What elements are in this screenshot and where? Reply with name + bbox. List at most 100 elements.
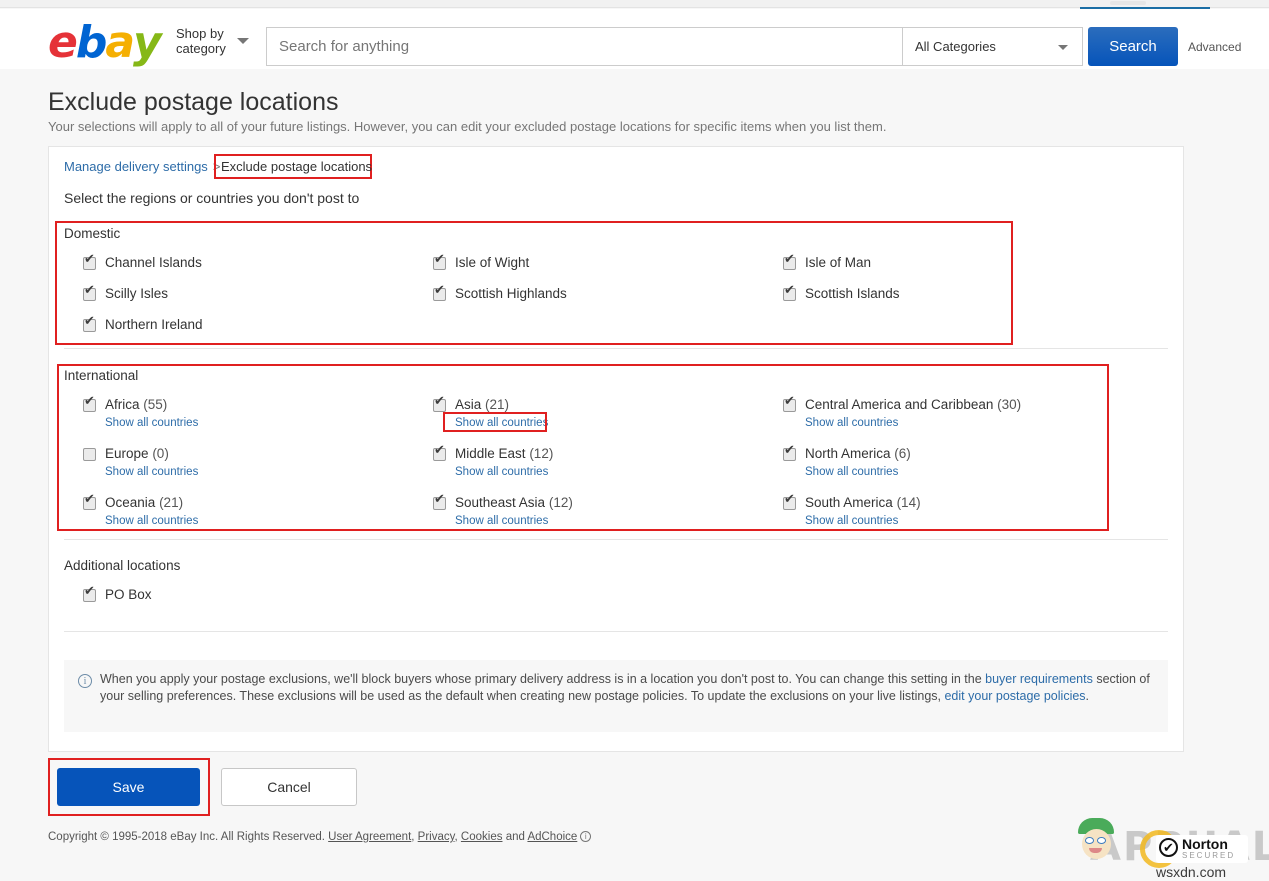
label-oceania: Oceania (21) Show all countries: [105, 495, 198, 529]
label-southeast-asia: Southeast Asia (12) Show all countries: [455, 495, 573, 529]
buyer-requirements-link[interactable]: buyer requirements: [985, 672, 1093, 686]
checkbox-europe[interactable]: [83, 448, 96, 461]
show-all-countries-europe[interactable]: Show all countries: [105, 464, 198, 480]
mascot-glasses-left: [1085, 837, 1094, 844]
label-scottish-islands: Scottish Islands: [805, 286, 900, 302]
checkbox-row-asia[interactable]: Asia (21) Show all countries: [414, 397, 764, 431]
shop-by-line1: Shop by: [176, 26, 266, 41]
search-button[interactable]: Search: [1088, 27, 1178, 66]
norton-title: Norton: [1182, 836, 1228, 852]
checkbox-oceania[interactable]: [83, 497, 96, 510]
checkbox-asia[interactable]: [433, 399, 446, 412]
cancel-button[interactable]: Cancel: [221, 768, 357, 806]
checkbox-scottish-islands[interactable]: [783, 288, 796, 301]
international-section-title: International: [64, 368, 1168, 383]
mascot-head: [1082, 829, 1111, 859]
checkbox-row-scilly-isles[interactable]: Scilly Isles: [64, 286, 414, 302]
checkbox-row-southeast-asia[interactable]: Southeast Asia (12) Show all countries: [414, 495, 764, 529]
page-subtitle: Your selections will apply to all of you…: [48, 119, 886, 134]
chevron-down-icon[interactable]: [1058, 45, 1068, 50]
region-name-north-america: North America: [805, 446, 891, 461]
domestic-grid: Channel Islands Scilly Isles Northern Ir…: [64, 255, 1168, 348]
privacy-link[interactable]: Privacy: [418, 831, 455, 843]
breadcrumb-parent-link[interactable]: Manage delivery settings: [64, 159, 208, 174]
checkbox-po-box[interactable]: [83, 589, 96, 602]
mascot-glasses-right: [1097, 837, 1106, 844]
region-count-europe: (0): [152, 446, 169, 461]
label-isle-of-wight: Isle of Wight: [455, 255, 529, 271]
region-count-north-america: (6): [894, 446, 911, 461]
label-asia: Asia (21) Show all countries: [455, 397, 548, 431]
show-all-countries-oceania[interactable]: Show all countries: [105, 513, 198, 529]
label-channel-islands: Channel Islands: [105, 255, 202, 271]
browser-strip-dot: [1110, 1, 1146, 5]
international-column-1: Africa (55) Show all countries Europe (0…: [64, 397, 414, 544]
checkbox-central-america-caribbean[interactable]: [783, 399, 796, 412]
checkbox-row-channel-islands[interactable]: Channel Islands: [64, 255, 414, 271]
checkbox-channel-islands[interactable]: [83, 257, 96, 270]
chevron-down-icon[interactable]: [237, 38, 249, 44]
checkbox-row-oceania[interactable]: Oceania (21) Show all countries: [64, 495, 414, 529]
checkbox-isle-of-wight[interactable]: [433, 257, 446, 270]
search-input[interactable]: [267, 28, 902, 65]
show-all-countries-asia[interactable]: Show all countries: [455, 415, 548, 431]
checkbox-row-po-box[interactable]: PO Box: [64, 587, 1168, 603]
checkbox-row-scottish-highlands[interactable]: Scottish Highlands: [414, 286, 764, 302]
checkbox-scilly-isles[interactable]: [83, 288, 96, 301]
region-name-middle-east: Middle East: [455, 446, 526, 461]
domestic-section-title: Domestic: [64, 226, 1168, 241]
cookies-link[interactable]: Cookies: [461, 831, 503, 843]
shop-by-line2: category: [176, 41, 266, 56]
show-all-countries-africa[interactable]: Show all countries: [105, 415, 198, 431]
checkbox-africa[interactable]: [83, 399, 96, 412]
label-scottish-highlands: Scottish Highlands: [455, 286, 567, 302]
checkbox-row-scottish-islands[interactable]: Scottish Islands: [764, 286, 1114, 302]
international-column-3: Central America and Caribbean (30) Show …: [764, 397, 1114, 544]
shop-by-category-button[interactable]: Shop by category: [176, 26, 266, 56]
save-button[interactable]: Save: [57, 768, 200, 806]
footer-copyright: Copyright © 1995-2018 eBay Inc. All Righ…: [48, 831, 325, 843]
checkbox-north-america[interactable]: [783, 448, 796, 461]
norton-secured-badge: ✔ Norton SECURED: [1156, 835, 1248, 863]
label-central-america-caribbean: Central America and Caribbean (30) Show …: [805, 397, 1021, 431]
label-south-america: South America (14) Show all countries: [805, 495, 921, 529]
label-scilly-isles: Scilly Isles: [105, 286, 168, 302]
checkbox-row-isle-of-man[interactable]: Isle of Man: [764, 255, 1114, 271]
show-all-countries-middle-east[interactable]: Show all countries: [455, 464, 553, 480]
domestic-column-2: Isle of Wight Scottish Highlands: [414, 255, 764, 348]
region-name-southeast-asia: Southeast Asia: [455, 495, 545, 510]
search-input-wrapper[interactable]: [266, 27, 903, 66]
checkbox-row-northern-ireland[interactable]: Northern Ireland: [64, 317, 414, 333]
show-all-countries-southeast-asia[interactable]: Show all countries: [455, 513, 573, 529]
checkbox-row-isle-of-wight[interactable]: Isle of Wight: [414, 255, 764, 271]
domestic-column-3: Isle of Man Scottish Islands: [764, 255, 1114, 348]
region-count-southeast-asia: (12): [549, 495, 573, 510]
checkbox-row-middle-east[interactable]: Middle East (12) Show all countries: [414, 446, 764, 480]
checkbox-row-central-america-caribbean[interactable]: Central America and Caribbean (30) Show …: [764, 397, 1114, 431]
region-name-south-america: South America: [805, 495, 893, 510]
show-all-countries-central-america-caribbean[interactable]: Show all countries: [805, 415, 1021, 431]
info-notice-text: When you apply your postage exclusions, …: [100, 671, 1154, 705]
checkbox-northern-ireland[interactable]: [83, 319, 96, 332]
show-all-countries-north-america[interactable]: Show all countries: [805, 464, 911, 480]
edit-postage-policies-link[interactable]: edit your postage policies: [944, 689, 1085, 703]
region-count-south-america: (14): [897, 495, 921, 510]
international-section: International Africa (55) Show all count…: [64, 368, 1168, 544]
checkbox-south-america[interactable]: [783, 497, 796, 510]
checkbox-middle-east[interactable]: [433, 448, 446, 461]
label-north-america: North America (6) Show all countries: [805, 446, 911, 480]
user-agreement-link[interactable]: User Agreement: [328, 831, 411, 843]
checkbox-row-north-america[interactable]: North America (6) Show all countries: [764, 446, 1114, 480]
ebay-logo[interactable]: ebay: [48, 21, 160, 65]
region-name-asia: Asia: [455, 397, 481, 412]
category-select[interactable]: All Categories: [903, 27, 1083, 66]
checkbox-southeast-asia[interactable]: [433, 497, 446, 510]
checkbox-row-south-america[interactable]: South America (14) Show all countries: [764, 495, 1114, 529]
checkbox-row-africa[interactable]: Africa (55) Show all countries: [64, 397, 414, 431]
checkbox-isle-of-man[interactable]: [783, 257, 796, 270]
advanced-search-link[interactable]: Advanced: [1188, 40, 1241, 54]
show-all-countries-south-america[interactable]: Show all countries: [805, 513, 921, 529]
adchoice-link[interactable]: AdChoice: [527, 831, 577, 843]
checkbox-row-europe[interactable]: Europe (0) Show all countries: [64, 446, 414, 480]
checkbox-scottish-highlands[interactable]: [433, 288, 446, 301]
